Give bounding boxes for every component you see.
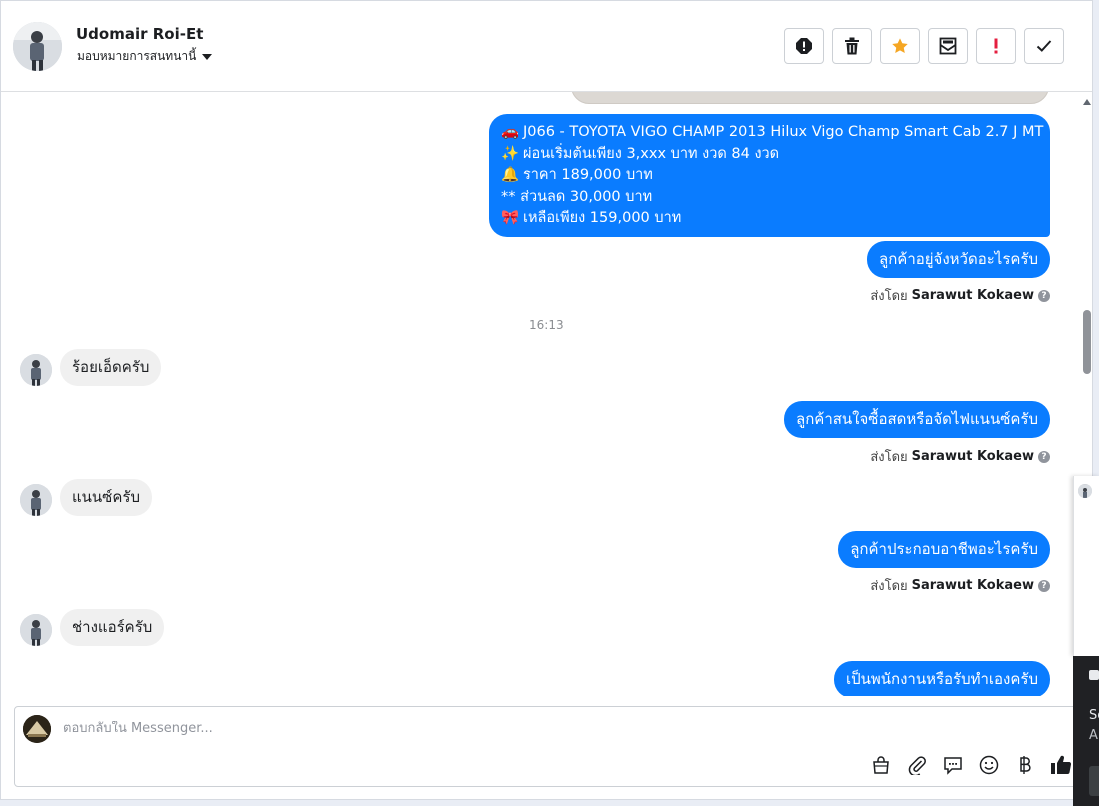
contact-name[interactable]: Udomair Roi-Et	[76, 25, 203, 43]
listing-line: ** ส่วนลด 30,000 บาท	[501, 188, 653, 205]
chat-head-avatar	[1078, 484, 1092, 498]
sent-by-label: ส่งโดย Sarawut Kokaew ?	[870, 575, 1050, 596]
mark-done-button[interactable]	[1024, 28, 1064, 64]
composer-tools	[869, 753, 1073, 777]
delete-button[interactable]	[832, 28, 872, 64]
star-button[interactable]	[880, 28, 920, 64]
trash-icon	[845, 37, 859, 55]
listing-line: 🔔 ราคา 189,000 บาท	[501, 165, 1038, 187]
assign-label: มอบหมายการสนทนานี้	[77, 49, 197, 63]
message-thread[interactable]: 🚗 J066 - TOYOTA VIGO CHAMP 2013 Hilux Vig…	[1, 92, 1081, 696]
saved-reply-icon	[944, 757, 962, 775]
incoming-message[interactable]: ร้อยเอ็ดครับ	[60, 349, 162, 386]
mark-unread-icon	[939, 37, 957, 55]
spam-icon	[796, 38, 812, 54]
shop-bag-icon	[873, 756, 889, 774]
bell-emoji-icon: 🔔	[501, 167, 520, 183]
app-icon	[1089, 670, 1099, 680]
contact-avatar[interactable]	[13, 22, 62, 71]
inbox-panel: Udomair Roi-Et มอบหมายการสนทนานี้ 🚗 J066…	[0, 0, 1093, 800]
conversation-header: Udomair Roi-Et มอบหมายการสนทนานี้	[1, 1, 1092, 92]
mark-unread-button[interactable]	[928, 28, 968, 64]
send-like-button[interactable]	[1049, 753, 1073, 777]
incoming-message[interactable]: ช่างแอร์ครับ	[60, 609, 165, 646]
car-emoji-icon: 🚗	[501, 124, 520, 140]
outgoing-message[interactable]: ลูกค้าอยู่จังหวัดอะไรครับ	[867, 241, 1050, 278]
toast-line-1: Sc	[1089, 708, 1099, 723]
attach-file-button[interactable]	[905, 753, 929, 777]
contact-avatar-small	[20, 614, 52, 646]
outgoing-message[interactable]: ลูกค้าประกอบอาชีพอะไรครับ	[838, 531, 1050, 568]
toast-button[interactable]	[1089, 766, 1099, 796]
follow-up-icon	[994, 38, 998, 54]
listing-message-bubble[interactable]: 🚗 J066 - TOYOTA VIGO CHAMP 2013 Hilux Vig…	[489, 114, 1050, 237]
header-actions	[784, 28, 1064, 64]
thumbs-up-icon	[1051, 755, 1072, 775]
mark-spam-button[interactable]	[784, 28, 824, 64]
contact-avatar-small	[20, 484, 52, 516]
page-avatar	[23, 715, 51, 743]
done-check-icon	[1036, 40, 1052, 52]
scroll-up-arrow-icon[interactable]	[1083, 99, 1091, 105]
help-icon[interactable]: ?	[1038, 289, 1050, 302]
scrollbar-thumb[interactable]	[1083, 310, 1091, 374]
star-icon	[892, 38, 908, 54]
previous-image-attachment[interactable]	[571, 92, 1049, 104]
toast-line-2: A	[1089, 728, 1098, 743]
emoji-button[interactable]	[977, 753, 1001, 777]
incoming-message[interactable]: แนนซ์ครับ	[60, 479, 152, 516]
ribbon-emoji-icon: 🎀	[501, 210, 520, 226]
assign-conversation-dropdown[interactable]: มอบหมายการสนทนานี้	[77, 47, 213, 66]
listing-line: ✨ ผ่อนเริ่มต้นเพียง 3,xxx บาท งวด 84 งวด	[501, 144, 1038, 166]
reply-input[interactable]	[63, 721, 763, 736]
sparkles-emoji-icon: ✨	[501, 145, 520, 162]
outgoing-message[interactable]: เป็นพนักงานหรือรับทำเองครับ	[833, 661, 1050, 696]
chat-head-popup[interactable]	[1073, 476, 1099, 656]
emoji-icon	[979, 755, 999, 775]
shop-button[interactable]	[869, 753, 893, 777]
help-icon[interactable]: ?	[1038, 450, 1050, 463]
help-icon[interactable]: ?	[1038, 579, 1050, 592]
outgoing-message[interactable]: ลูกค้าสนใจซื้อสดหรือจัดไฟแนนซ์ครับ	[784, 401, 1050, 438]
message-timestamp: 16:13	[529, 318, 564, 332]
listing-line: 🚗 J066 - TOYOTA VIGO CHAMP 2013 Hilux Vig…	[501, 122, 1043, 144]
saved-replies-button[interactable]	[941, 753, 965, 777]
payment-button[interactable]	[1013, 753, 1037, 777]
caret-down-icon	[202, 54, 213, 60]
sent-by-label: ส่งโดย Sarawut Kokaew ?	[870, 285, 1050, 306]
listing-line: 🎀 เหลือเพียง 159,000 บาท	[501, 208, 1038, 230]
reply-composer	[14, 706, 1080, 787]
notification-toast[interactable]: Sc A	[1073, 656, 1099, 806]
paperclip-icon	[908, 756, 926, 775]
contact-avatar-small	[20, 354, 52, 386]
follow-up-button[interactable]	[976, 28, 1016, 64]
baht-icon	[1020, 756, 1031, 774]
sent-by-label: ส่งโดย Sarawut Kokaew ?	[870, 446, 1050, 467]
